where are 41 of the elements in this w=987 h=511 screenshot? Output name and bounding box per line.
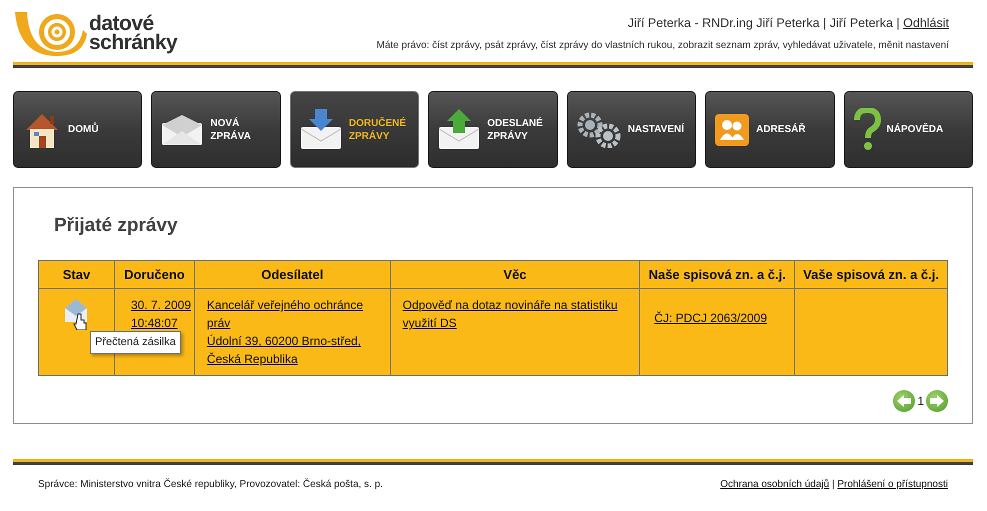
nav-tab[interactable]: DOMŮ [13,91,142,168]
column-header: Stav [38,260,114,289]
reference-link[interactable]: ČJ: PDCJ 2063/2009 [654,309,768,328]
left-arrow-icon [897,395,912,408]
column-header: Věc [390,260,640,289]
nav-tab[interactable]: ADRESÁŘ [705,91,835,168]
contacts-icon [714,112,750,146]
envelope-up-arrow-icon [437,108,482,150]
nav-tab[interactable]: NÁPOVĚDA [844,91,973,168]
envelope-icon [160,112,204,146]
logo-icon [13,10,87,56]
nav-tab[interactable]: NASTAVENÍ [566,91,696,168]
date-link[interactable]: 30. 7. 2009 10:48:07 [130,296,191,332]
footer-link[interactable]: Prohlášení o přístupnosti [837,479,948,490]
footer-text: Správce: Ministerstvo vnitra České republiky, Provozovatel: Česká pošta, s. p. [38,477,383,492]
right-arrow-icon [930,395,944,408]
separator: | [832,479,835,490]
column-header: Vaše spisová zn. a č.j. [794,260,948,289]
rights-text: Máte právo: číst zprávy, psát zprávy, číst zprávy do vlastních rukou, zobrazit seznam zpráv, vyhledávat uživatele, měnit nastavení [376,38,949,53]
footer-link[interactable]: Ochrana osobních údajů [720,479,830,490]
column-header: Odesílatel [194,260,390,289]
logout-link[interactable]: Odhlásit [903,16,949,30]
column-header: Naše spisová zn. a č.j. [640,260,795,289]
nav-tab[interactable]: NOVÁ ZPRÁVA [151,91,281,168]
gears-icon [576,112,622,148]
tooltip: Přečtená zásilka [90,331,181,354]
envelope-down-arrow-icon [298,108,343,150]
column-header: Doručeno [114,260,194,289]
subject-link[interactable]: Odpověď na dotaz novináře na statistiku využití DS [402,296,628,332]
open-envelope-icon [63,296,90,330]
sender-link[interactable]: Údolní 39, 60200 Brno-střed, Česká Republika [206,332,378,368]
logo-text: datové schránky [89,14,178,52]
next-page-button[interactable] [926,390,948,412]
user-name: Jiří Peterka - RNDr.ing Jiří Peterka | Jiří Peterka | [628,16,900,30]
sender-link[interactable]: Kancelář veřejného ochránce práv [206,296,378,332]
page-title: Přijaté zprávy [54,215,179,238]
previous-page-button[interactable] [893,390,916,412]
nav-tab[interactable]: DORUČENÉ ZPRÁVY [290,91,420,168]
page-number: 1 [917,393,924,410]
nav-tab[interactable]: ODESLANÉ ZPRÁVY [428,91,558,168]
question-mark-icon [852,108,881,152]
